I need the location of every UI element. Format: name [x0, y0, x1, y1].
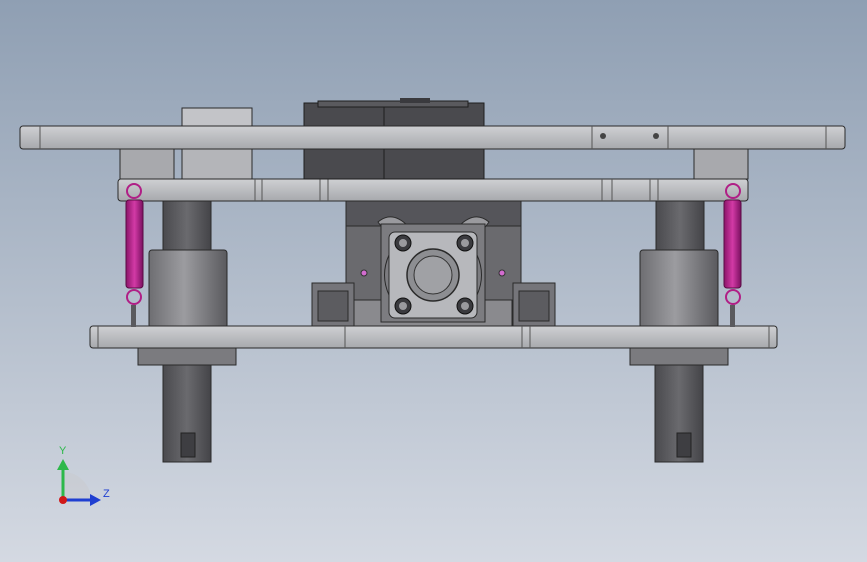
gas-spring-left — [125, 183, 144, 327]
y-axis-label: Y — [59, 445, 67, 457]
lower-shaft-right — [654, 361, 704, 463]
z-axis-arrow — [90, 494, 101, 506]
y-axis-arrow — [57, 459, 69, 470]
x-axis-dot — [59, 496, 67, 504]
gas-spring-right — [723, 183, 742, 327]
axis-triad[interactable]: Y Z — [57, 445, 110, 506]
motor-flange — [380, 223, 486, 323]
lower-shaft-left — [162, 361, 212, 463]
middle-plate — [117, 178, 749, 202]
spacer-block-left — [119, 148, 175, 180]
top-plate — [19, 125, 846, 150]
bottom-plate — [89, 325, 778, 349]
z-axis-label: Z — [103, 488, 110, 500]
bottom-flange-right — [629, 346, 729, 366]
triad-arc — [63, 472, 91, 500]
spacer-block-right — [693, 148, 749, 180]
bottom-flange-left — [137, 346, 237, 366]
top-mount-block — [181, 107, 253, 129]
bushing-left — [148, 249, 228, 329]
cad-viewport[interactable]: Y Z — [0, 0, 867, 562]
bushing-right — [639, 249, 719, 329]
sensor-block — [181, 148, 253, 180]
